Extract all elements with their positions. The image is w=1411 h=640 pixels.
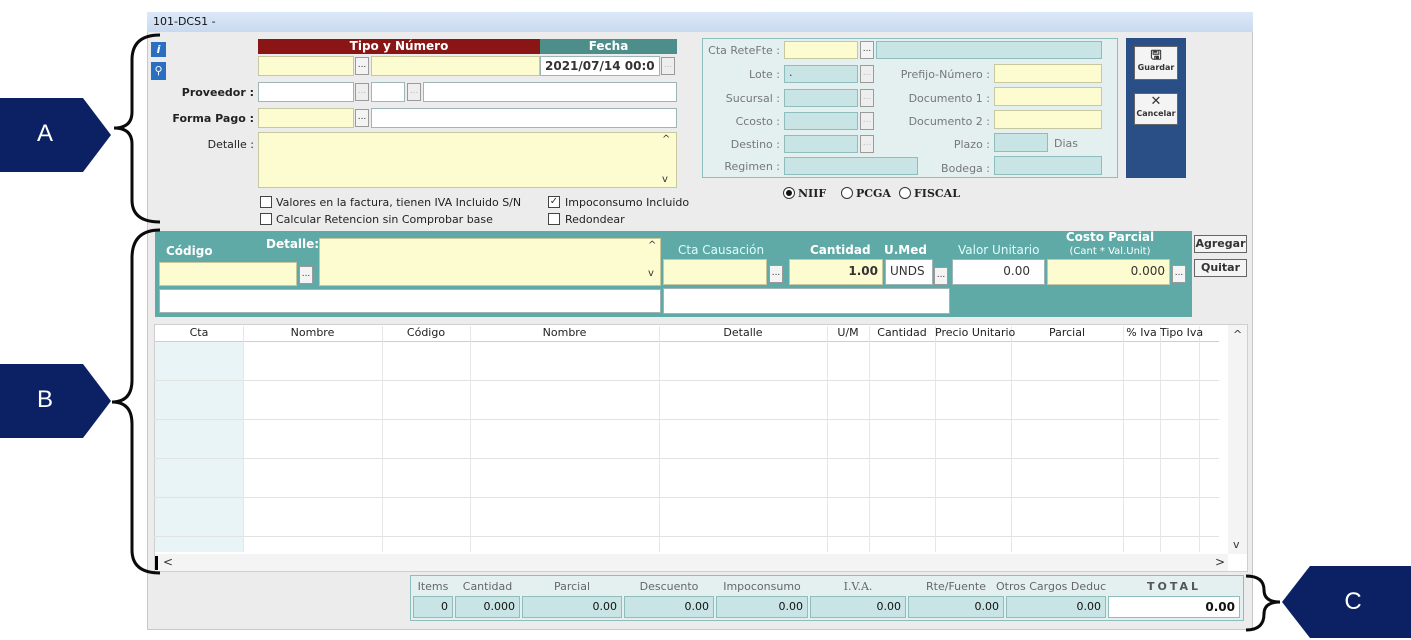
annotation-overlay [0,33,1411,638]
annotation-a-label: A [36,120,53,147]
annotation-c-label: C [1344,588,1362,615]
bracket-a [113,33,161,224]
annotation-b-label: B [36,386,53,413]
bracket-c [1245,574,1281,632]
bracket-b [111,228,161,575]
